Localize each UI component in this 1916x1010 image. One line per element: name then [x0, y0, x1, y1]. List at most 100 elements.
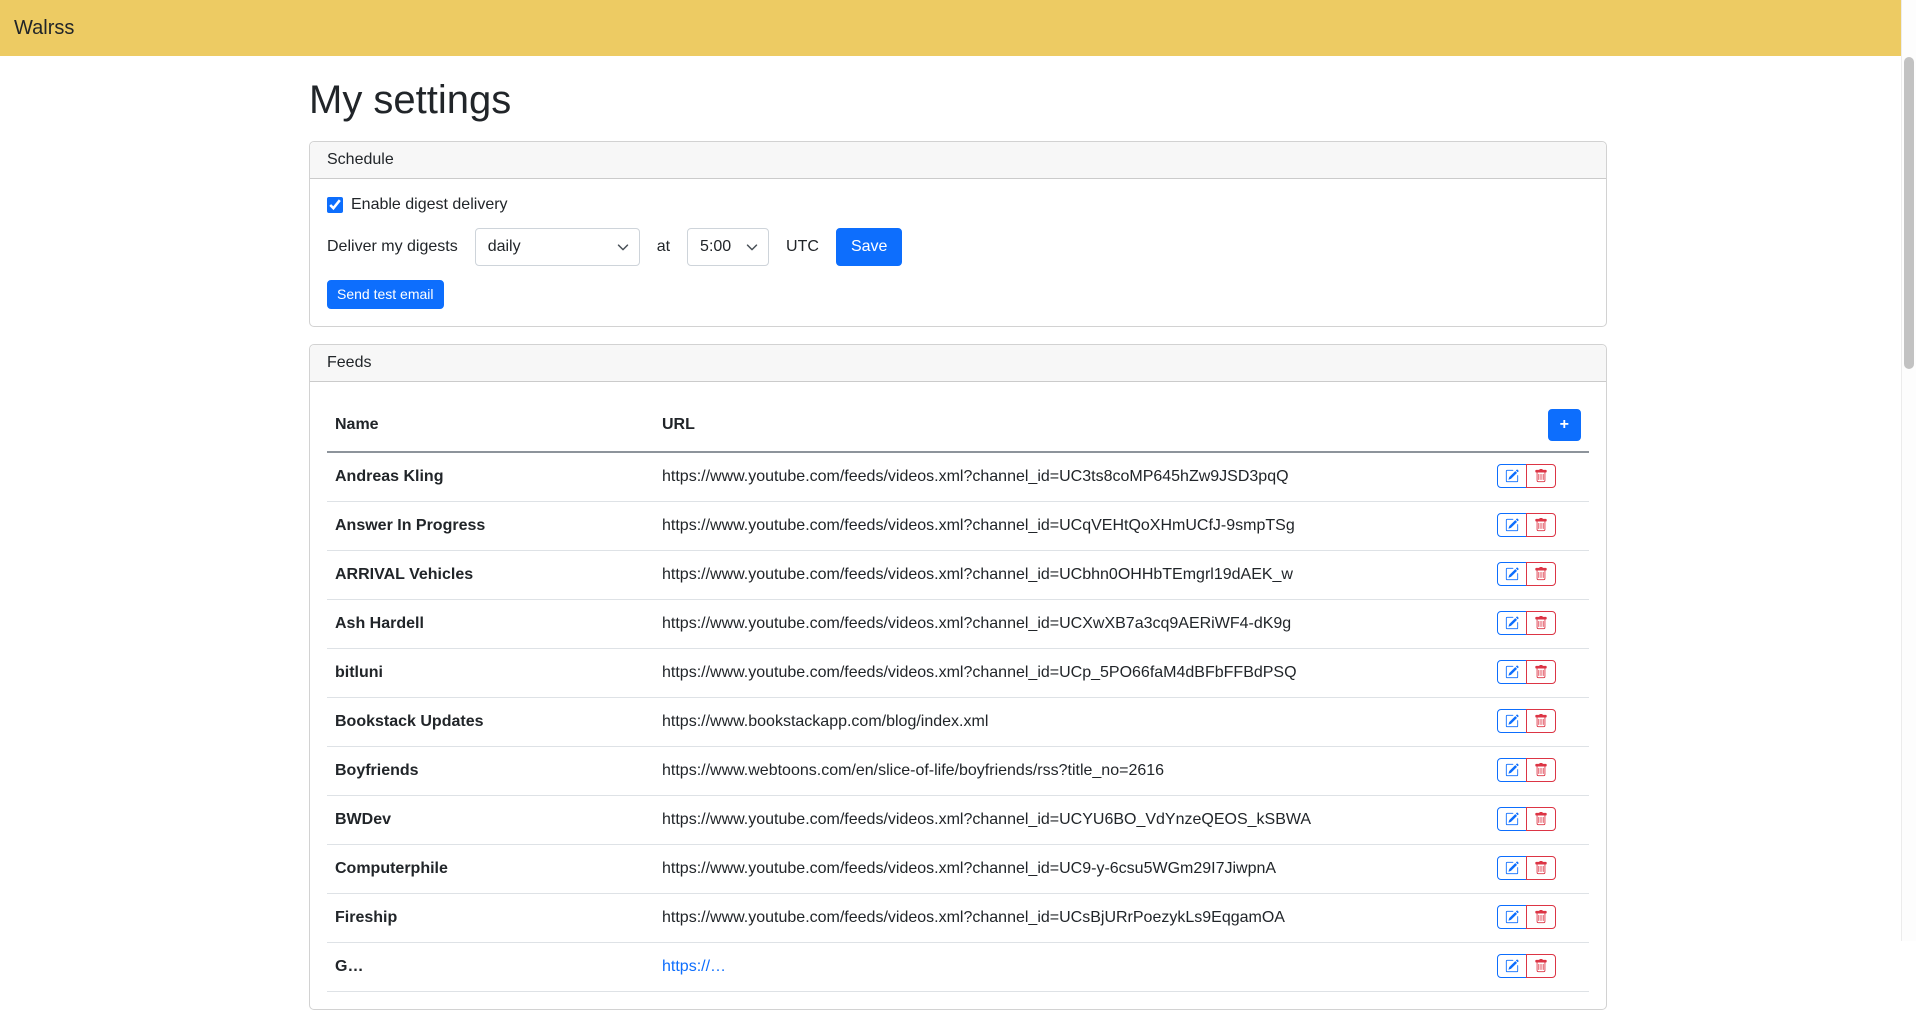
schedule-card: Schedule Enable digest delivery Deliver …	[309, 141, 1607, 327]
pencil-icon	[1505, 665, 1519, 679]
add-feed-button[interactable]: +	[1548, 409, 1581, 441]
feed-actions-cell	[1489, 894, 1589, 943]
trash-icon	[1534, 959, 1548, 973]
navbar: Walrss	[0, 0, 1916, 56]
edit-feed-button[interactable]	[1497, 660, 1527, 684]
feed-actions	[1497, 954, 1556, 978]
deliver-label: Deliver my digests	[327, 238, 458, 256]
edit-feed-button[interactable]	[1497, 611, 1527, 635]
feed-actions-cell	[1489, 649, 1589, 698]
feed-row: BWDevhttps://www.youtube.com/feeds/video…	[327, 796, 1589, 845]
feed-url: https://www.youtube.com/feeds/videos.xml…	[654, 796, 1489, 845]
column-header-actions: +	[1489, 399, 1589, 452]
delete-feed-button[interactable]	[1526, 954, 1556, 978]
pencil-icon	[1505, 763, 1519, 777]
main-content: My settings Schedule Enable digest deliv…	[297, 78, 1619, 1010]
delete-feed-button[interactable]	[1526, 562, 1556, 586]
pencil-icon	[1505, 469, 1519, 483]
feed-row: Ash Hardellhttps://www.youtube.com/feeds…	[327, 600, 1589, 649]
feed-actions	[1497, 562, 1556, 586]
page-title: My settings	[309, 78, 1607, 123]
trash-icon	[1534, 665, 1548, 679]
feeds-table: Name URL + Andreas Klinghttps://www.yout…	[327, 399, 1589, 992]
trash-icon	[1534, 714, 1548, 728]
pencil-icon	[1505, 861, 1519, 875]
scrollbar-thumb[interactable]	[1904, 57, 1914, 369]
edit-feed-button[interactable]	[1497, 954, 1527, 978]
feed-actions-cell	[1489, 502, 1589, 551]
pencil-icon	[1505, 518, 1519, 532]
feed-url: https://www.webtoons.com/en/slice-of-lif…	[654, 747, 1489, 796]
timezone-label: UTC	[786, 238, 819, 256]
enable-digest-row: Enable digest delivery	[327, 196, 1589, 214]
save-button[interactable]: Save	[836, 228, 902, 266]
edit-feed-button[interactable]	[1497, 513, 1527, 537]
feed-actions-cell	[1489, 452, 1589, 502]
feeds-card-body: Name URL + Andreas Klinghttps://www.yout…	[310, 382, 1606, 1009]
edit-feed-button[interactable]	[1497, 562, 1527, 586]
feed-name: Computerphile	[327, 845, 654, 894]
feed-name: Ash Hardell	[327, 600, 654, 649]
feed-url: https://www.youtube.com/feeds/videos.xml…	[654, 845, 1489, 894]
feed-name: Bookstack Updates	[327, 698, 654, 747]
frequency-select[interactable]: daily	[475, 228, 640, 266]
edit-feed-button[interactable]	[1497, 856, 1527, 880]
edit-feed-button[interactable]	[1497, 709, 1527, 733]
feed-actions	[1497, 709, 1556, 733]
trash-icon	[1534, 567, 1548, 581]
schedule-card-header: Schedule	[310, 142, 1606, 179]
feeds-card: Feeds Name URL + Andreas Klinghttps://ww…	[309, 344, 1607, 1010]
feed-name: Andreas Kling	[327, 452, 654, 502]
feed-row: ARRIVAL Vehicleshttps://www.youtube.com/…	[327, 551, 1589, 600]
edit-feed-button[interactable]	[1497, 807, 1527, 831]
feed-row: bitlunihttps://www.youtube.com/feeds/vid…	[327, 649, 1589, 698]
feed-name: Fireship	[327, 894, 654, 943]
feed-actions-cell	[1489, 600, 1589, 649]
enable-digest-checkbox[interactable]	[327, 197, 343, 213]
time-select[interactable]: 5:00	[687, 228, 769, 266]
feed-name: G…	[327, 943, 654, 992]
delete-feed-button[interactable]	[1526, 905, 1556, 929]
send-test-email-button[interactable]: Send test email	[327, 280, 444, 309]
scrollbar[interactable]	[1901, 0, 1916, 941]
delete-feed-button[interactable]	[1526, 611, 1556, 635]
feed-url: https://www.youtube.com/feeds/videos.xml…	[654, 502, 1489, 551]
pencil-icon	[1505, 812, 1519, 826]
frequency-select-wrap: daily	[475, 228, 640, 266]
trash-icon	[1534, 469, 1548, 483]
feed-row: Andreas Klinghttps://www.youtube.com/fee…	[327, 452, 1589, 502]
edit-feed-button[interactable]	[1497, 464, 1527, 488]
feed-name: Answer In Progress	[327, 502, 654, 551]
edit-feed-button[interactable]	[1497, 905, 1527, 929]
delete-feed-button[interactable]	[1526, 513, 1556, 537]
feeds-table-body: Andreas Klinghttps://www.youtube.com/fee…	[327, 452, 1589, 992]
feeds-header-row: Name URL +	[327, 399, 1589, 452]
time-select-wrap: 5:00	[687, 228, 769, 266]
feed-url[interactable]: https://…	[654, 943, 1489, 992]
feed-actions-cell	[1489, 943, 1589, 992]
feed-actions	[1497, 807, 1556, 831]
pencil-icon	[1505, 959, 1519, 973]
delete-feed-button[interactable]	[1526, 758, 1556, 782]
trash-icon	[1534, 763, 1548, 777]
feed-url: https://www.youtube.com/feeds/videos.xml…	[654, 600, 1489, 649]
feed-actions	[1497, 758, 1556, 782]
trash-icon	[1534, 910, 1548, 924]
delete-feed-button[interactable]	[1526, 807, 1556, 831]
feed-row: Answer In Progresshttps://www.youtube.co…	[327, 502, 1589, 551]
trash-icon	[1534, 518, 1548, 532]
edit-feed-button[interactable]	[1497, 758, 1527, 782]
feed-name: BWDev	[327, 796, 654, 845]
schedule-card-body: Enable digest delivery Deliver my digest…	[310, 179, 1606, 326]
feed-url: https://www.youtube.com/feeds/videos.xml…	[654, 551, 1489, 600]
enable-digest-label[interactable]: Enable digest delivery	[351, 196, 508, 214]
delete-feed-button[interactable]	[1526, 660, 1556, 684]
delete-feed-button[interactable]	[1526, 856, 1556, 880]
app-brand[interactable]: Walrss	[14, 17, 74, 40]
delete-feed-button[interactable]	[1526, 709, 1556, 733]
pencil-icon	[1505, 567, 1519, 581]
feed-actions-cell	[1489, 551, 1589, 600]
feed-actions-cell	[1489, 747, 1589, 796]
feed-url: https://www.youtube.com/feeds/videos.xml…	[654, 649, 1489, 698]
delete-feed-button[interactable]	[1526, 464, 1556, 488]
